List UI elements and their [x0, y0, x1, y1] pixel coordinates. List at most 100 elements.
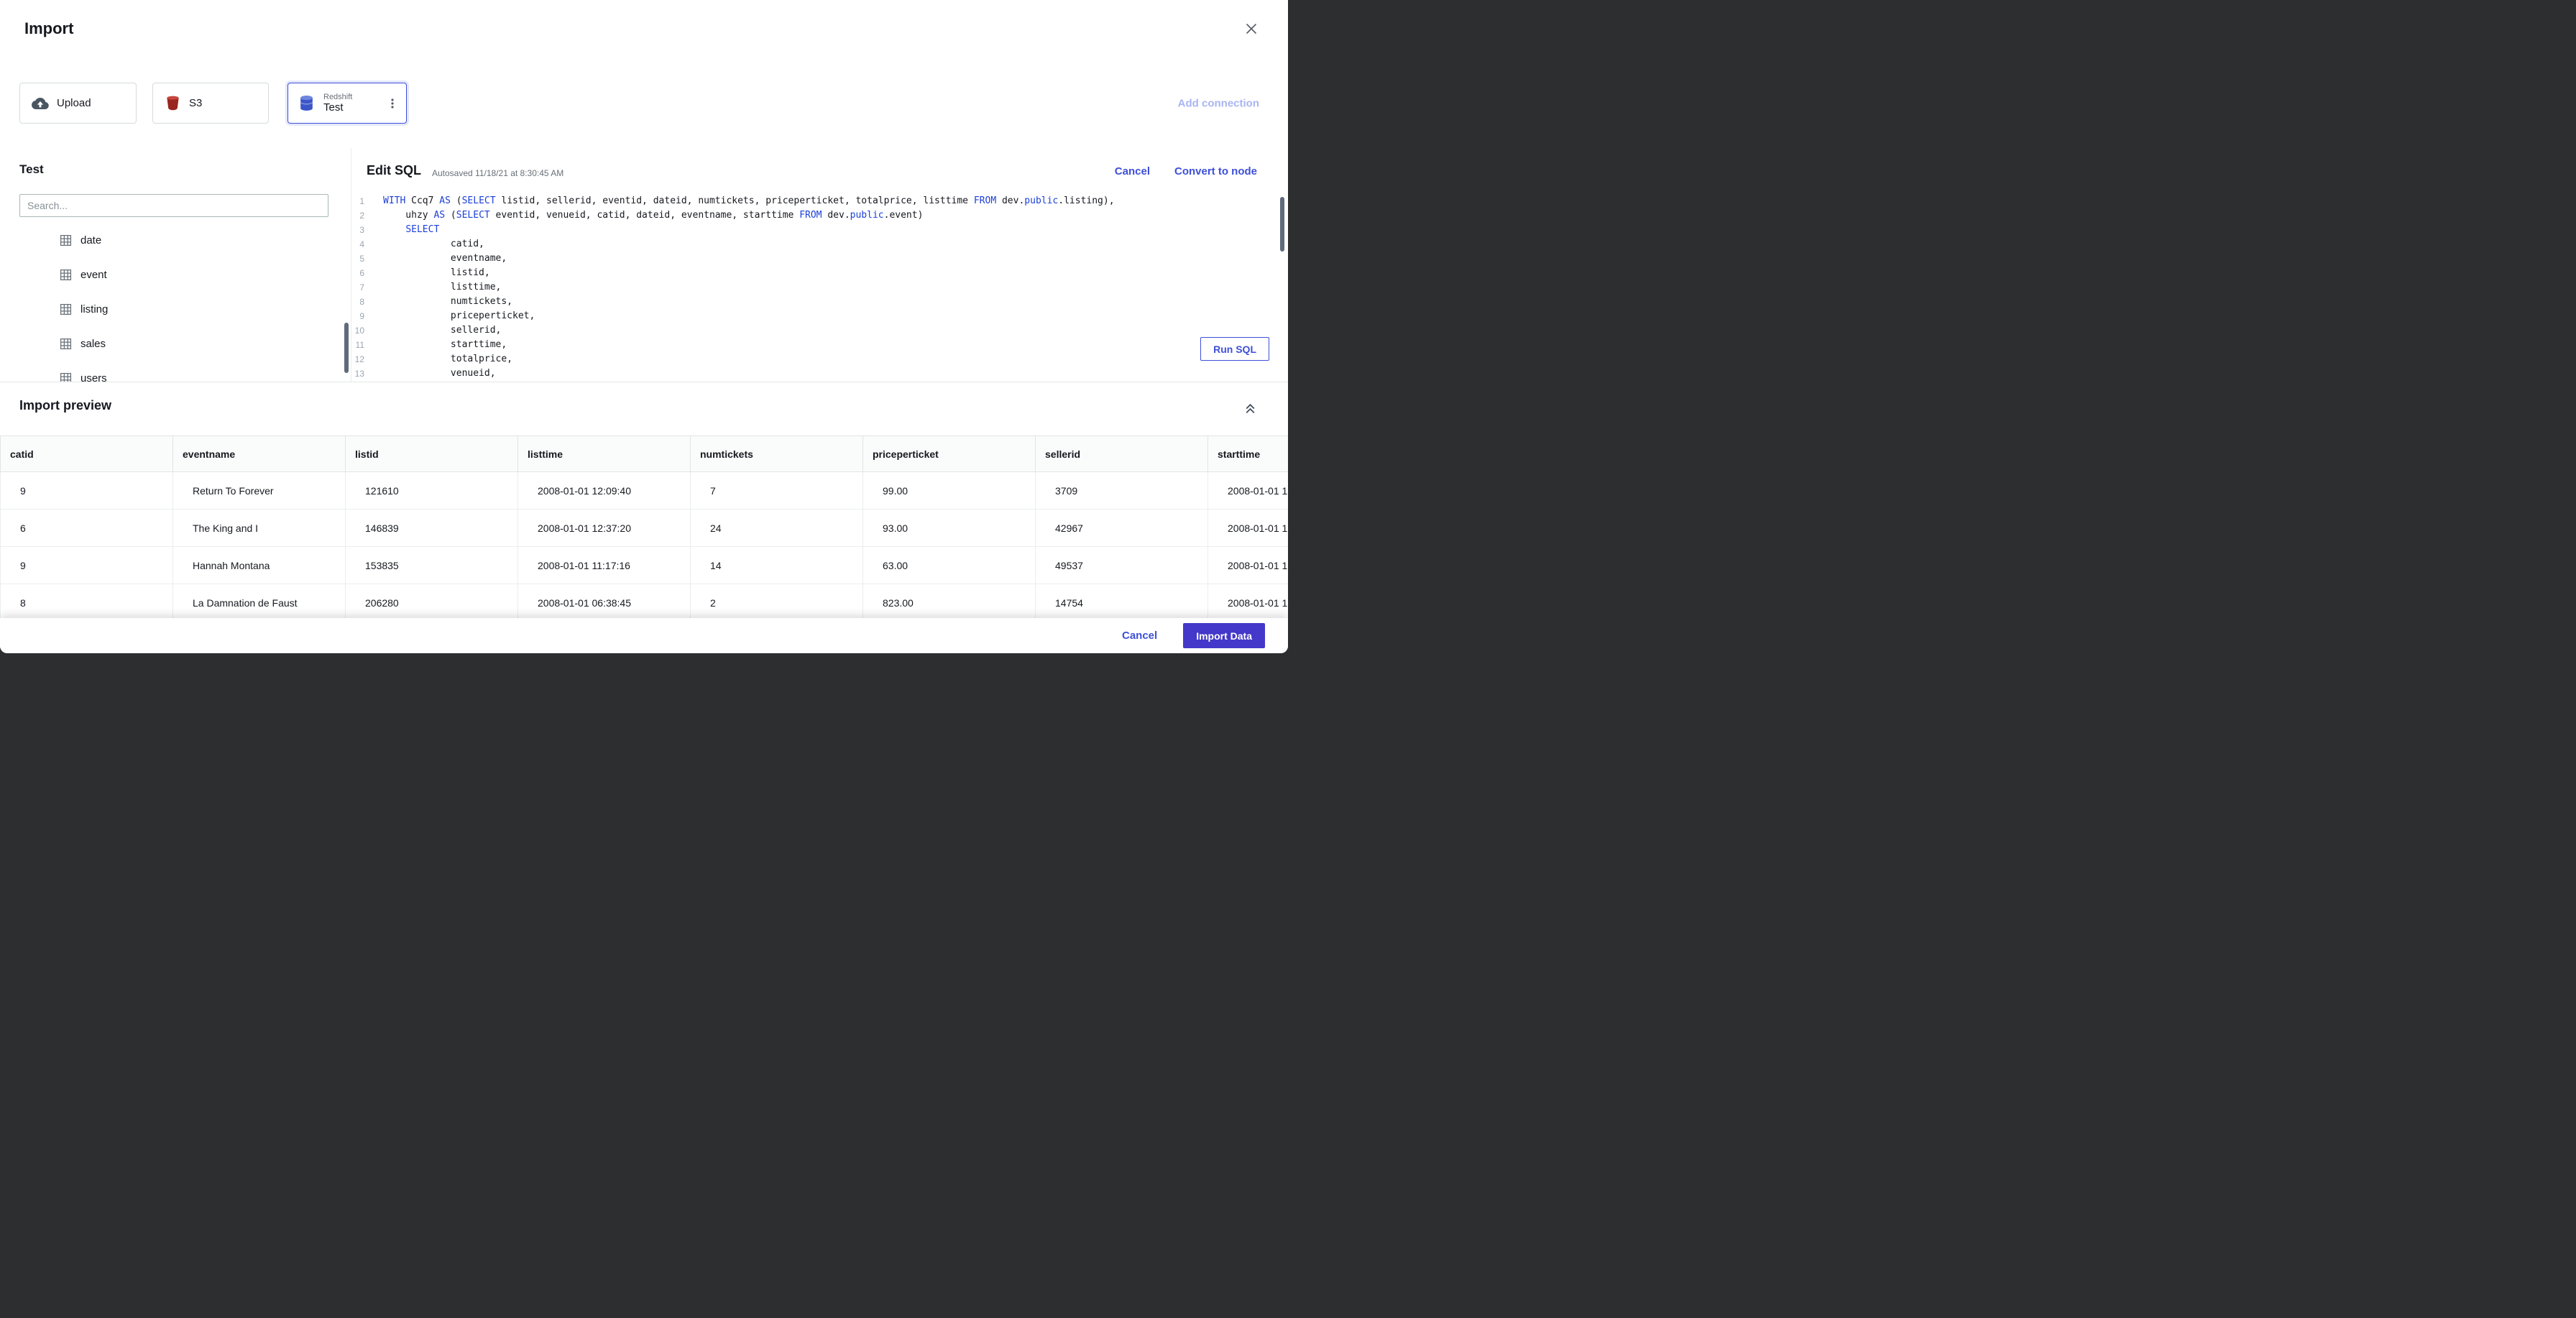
preview-cell: 823.00	[862, 584, 1036, 622]
preview-cell: 24	[690, 509, 863, 547]
table-icon	[60, 234, 72, 246]
sidebar-table-item[interactable]: date	[0, 223, 342, 257]
sql-editor-title: Edit SQL	[367, 163, 421, 178]
sidebar-table-item[interactable]: users	[0, 361, 342, 382]
tables-sidebar: Test date event listing sales users	[0, 148, 351, 382]
preview-cell: 2008-01-01 06:38:45	[518, 584, 691, 622]
connection-name-label: Test	[323, 101, 344, 114]
preview-cell: 6	[0, 509, 173, 547]
preview-cell: 2008-01-01 1	[1208, 509, 1288, 547]
close-icon	[1246, 23, 1256, 34]
sidebar-table-item[interactable]: event	[0, 257, 342, 292]
sql-code-editor[interactable]: 1 2 3 4 5 6 7 8 9 10 11 12 13 WITH Ccq7 AS (SELECT l…	[351, 188, 1288, 382]
dialog-header: Import	[0, 0, 1288, 60]
sidebar-table-label: listing	[80, 303, 109, 315]
workspace: Test date event listing sales users Edit…	[0, 148, 1288, 382]
preview-cell: Return To Forever	[172, 471, 346, 510]
sql-code-line: SELECT	[405, 224, 440, 235]
preview-cell: 2	[690, 584, 863, 622]
preview-cell: 153835	[345, 546, 518, 584]
preview-column-header: sellerid	[1035, 436, 1208, 472]
preview-cell: 121610	[345, 471, 518, 510]
preview-cell: 9	[0, 471, 173, 510]
preview-cell: 2008-01-01 1	[1208, 471, 1288, 510]
editor-scrollbar-thumb[interactable]	[1280, 197, 1284, 252]
sql-code-line: WITH Ccq7 AS (SELECT listid, sellerid, e…	[383, 195, 1115, 206]
sidebar-table-item[interactable]: sales	[0, 326, 342, 361]
preview-cell: 2008-01-01 12:37:20	[518, 509, 691, 547]
preview-column-header: eventname	[172, 436, 346, 472]
sql-code-line: sellerid,	[383, 325, 502, 336]
sql-code-line: eventname,	[383, 253, 507, 264]
connection-menu-button[interactable]	[385, 96, 400, 111]
sql-code-line: catid,	[383, 239, 484, 249]
preview-title: Import preview	[19, 398, 112, 413]
preview-cell: 7	[690, 471, 863, 510]
preview-column-header: starttime	[1208, 436, 1288, 472]
page-title: Import	[24, 19, 74, 37]
sql-code-line: starttime,	[383, 339, 507, 350]
table-icon	[60, 338, 72, 350]
table-row: 9 Return To Forever 121610 2008-01-01 12:09…	[0, 471, 1288, 510]
redshift-card[interactable]: Redshift Test	[288, 83, 407, 124]
tables-list: date event listing sales users	[0, 223, 342, 382]
preview-cell: 14754	[1035, 584, 1208, 622]
preview-column-header: listtime	[518, 436, 691, 472]
sql-code: WITH Ccq7 AS (SELECT listid, sellerid, e…	[383, 194, 1288, 381]
preview-cell: 2008-01-01 1	[1208, 546, 1288, 584]
line-numbers-gutter: 1 2 3 4 5 6 7 8 9 10 11 12 13	[354, 196, 364, 379]
close-button[interactable]	[1242, 20, 1261, 39]
preview-cell: 93.00	[862, 509, 1036, 547]
sql-code-line: totalprice,	[383, 354, 513, 364]
s3-label: S3	[189, 97, 203, 109]
kebab-icon	[391, 98, 394, 109]
sql-code-line: listtime,	[383, 282, 502, 292]
preview-cell: La Damnation de Faust	[172, 584, 346, 622]
preview-cell: The King and I	[172, 509, 346, 547]
import-data-button[interactable]: Import Data	[1183, 623, 1265, 648]
preview-cell: 42967	[1035, 509, 1208, 547]
run-sql-button[interactable]: Run SQL	[1200, 337, 1269, 361]
preview-column-header: catid	[0, 436, 173, 472]
preview-cell: 2008-01-01 12:09:40	[518, 471, 691, 510]
convert-to-node-link[interactable]: Convert to node	[1174, 165, 1257, 178]
sidebar-table-label: sales	[80, 337, 106, 350]
preview-cell: 63.00	[862, 546, 1036, 584]
table-row: 8 La Damnation de Faust 206280 2008-01-01 0…	[0, 584, 1288, 622]
preview-cell: 9	[0, 546, 173, 584]
table-icon	[60, 303, 72, 315]
sql-code-line: priceperticket,	[383, 310, 535, 321]
search-input[interactable]	[19, 194, 328, 217]
sql-cancel-link[interactable]: Cancel	[1115, 165, 1150, 178]
sql-code-line: uhzy AS (SELECT eventid, venueid, catid,…	[383, 210, 924, 221]
table-row: 9 Hannah Montana 153835 2008-01-01 11:17:16…	[0, 546, 1288, 584]
preview-cell: 206280	[345, 584, 518, 622]
double-chevron-up-icon	[1246, 403, 1255, 413]
table-row: 6 The King and I 146839 2008-01-01 12:37:20…	[0, 509, 1288, 547]
preview-column-header: numtickets	[690, 436, 863, 472]
sidebar-table-label: event	[80, 268, 107, 281]
preview-cell: 14	[690, 546, 863, 584]
connection-type-label: Redshift	[323, 92, 353, 101]
preview-cell: 3709	[1035, 471, 1208, 510]
table-icon	[60, 269, 72, 281]
sidebar-scrollbar-thumb[interactable]	[344, 323, 349, 373]
s3-card[interactable]: S3	[152, 83, 269, 124]
preview-cell: 146839	[345, 509, 518, 547]
preview-column-header: priceperticket	[862, 436, 1036, 472]
connection-tabs: Upload S3 Redshift Test Add connection	[0, 59, 1288, 149]
table-icon	[60, 372, 72, 382]
redshift-icon	[298, 94, 316, 112]
dialog-footer: Cancel Import Data	[0, 618, 1288, 653]
preview-cell: 2008-01-01 1	[1208, 584, 1288, 622]
footer-cancel-link[interactable]: Cancel	[1122, 630, 1157, 642]
add-connection-link[interactable]: Add connection	[1178, 98, 1259, 110]
sidebar-table-item[interactable]: listing	[0, 292, 342, 326]
collapse-preview-button[interactable]	[1243, 401, 1258, 418]
sql-code-line: numtickets,	[383, 296, 513, 307]
sidebar-table-label: date	[80, 234, 102, 246]
preview-header-row: catid eventname listid listtime numtickets pr…	[0, 436, 1288, 472]
preview-cell: 99.00	[862, 471, 1036, 510]
upload-card[interactable]: Upload	[19, 83, 137, 124]
sql-code-line: listid,	[383, 267, 490, 278]
